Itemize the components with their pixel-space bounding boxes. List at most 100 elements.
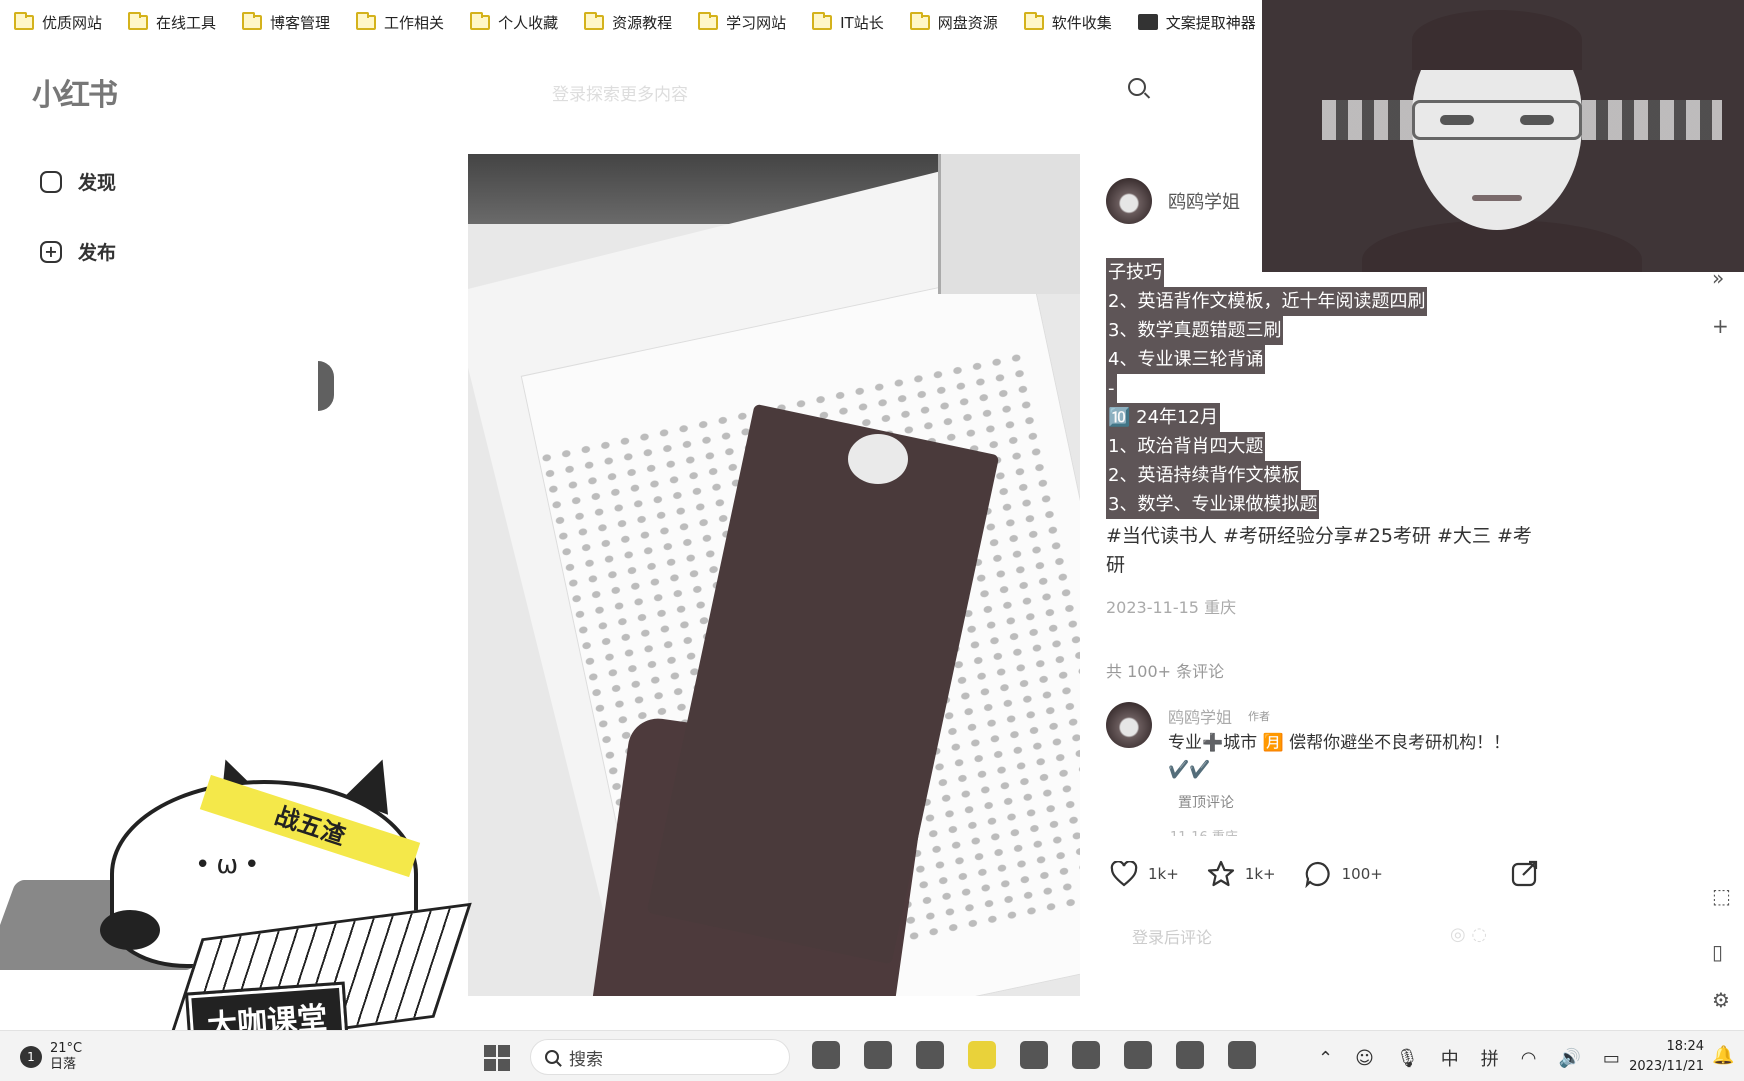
clock[interactable]: 18:24 2023/11/21 bbox=[1620, 1037, 1704, 1077]
search-input[interactable]: 登录探索更多内容 bbox=[552, 80, 688, 105]
bookmark-label: 资源教程 bbox=[612, 13, 673, 32]
clock-date: 2023/11/21 bbox=[1629, 1059, 1704, 1074]
author-name[interactable]: 鸥鸥学姐 bbox=[1168, 188, 1240, 214]
folder-icon bbox=[242, 11, 263, 30]
file-explorer-icon[interactable] bbox=[968, 1041, 996, 1069]
phone-link-icon[interactable] bbox=[1228, 1041, 1256, 1069]
comment-author[interactable]: 鸥鸥学姐 bbox=[1168, 704, 1232, 728]
wifi-icon[interactable]: ◠ bbox=[1521, 1048, 1537, 1069]
start-button[interactable] bbox=[484, 1045, 510, 1071]
comment-text: 专业➕城市 🈷️ 偿帮你避坐不良考研机构！！✔️✔️ bbox=[1168, 733, 1511, 780]
comment-input[interactable]: 登录后评论 bbox=[1132, 924, 1212, 948]
plus-icon[interactable]: + bbox=[1712, 314, 1729, 338]
taskbar: 1 21°C 日落 搜索 ⌃ ☺ 🎙 中 拼 ◠ 🔊 ▭ 18:24 2023/… bbox=[0, 1030, 1744, 1081]
comment-date: 11-16 重庆 bbox=[1170, 826, 1238, 836]
post-body: 子技巧 2、英语背作文模板，近十年阅读题四刷 3、数学真题错题三刷 4、专业课三… bbox=[1106, 258, 1428, 519]
bookmark-9[interactable]: 软件收集 bbox=[1023, 11, 1112, 33]
like-button[interactable]: 1k+ bbox=[1110, 861, 1179, 887]
volume-icon[interactable]: 🔊 bbox=[1558, 1048, 1580, 1069]
system-tray: ⌃ ☺ 🎙 中 拼 ◠ 🔊 ▭ bbox=[1318, 1045, 1642, 1071]
post-line: 2、英语持续背作文模板 bbox=[1106, 461, 1302, 490]
bookmark-label: 个人收藏 bbox=[498, 13, 559, 32]
bookmark-1[interactable]: 在线工具 bbox=[128, 11, 216, 33]
share-button[interactable] bbox=[1510, 858, 1540, 892]
bookmark-2[interactable]: 博客管理 bbox=[242, 11, 331, 33]
bookmark-label: 工作相关 bbox=[384, 13, 445, 32]
search-icon[interactable] bbox=[1128, 78, 1146, 96]
taskbar-search-label: 搜索 bbox=[569, 1049, 603, 1070]
post-line: 3、数学真题错题三刷 bbox=[1106, 316, 1284, 345]
pinned-label: 置顶评论 bbox=[1178, 795, 1234, 811]
post-line: 子技巧 bbox=[1106, 258, 1164, 287]
bookmark-5[interactable]: 资源教程 bbox=[584, 11, 673, 33]
ime-language[interactable]: 中 bbox=[1441, 1045, 1459, 1071]
sidebar-item-discover[interactable]: 发现 bbox=[40, 168, 116, 195]
weather-temp: 21°C bbox=[50, 1041, 83, 1056]
bookmark-7[interactable]: IT站长 bbox=[812, 11, 884, 33]
ime-mode[interactable]: 拼 bbox=[1481, 1045, 1499, 1071]
battery-icon[interactable]: ▭ bbox=[1603, 1048, 1620, 1069]
bookmark-label: 软件收集 bbox=[1051, 13, 1112, 32]
site-logo[interactable]: 小红书 bbox=[32, 70, 118, 114]
collect-button[interactable]: 1k+ bbox=[1207, 860, 1276, 888]
post-line: 2、英语背作文模板，近十年阅读题四刷 bbox=[1106, 287, 1428, 316]
comment-icon bbox=[1305, 861, 1330, 888]
folder-icon bbox=[1023, 11, 1044, 30]
notification-icon[interactable]: 🔔 bbox=[1712, 1045, 1734, 1066]
post-line: 🔟 24年12月 bbox=[1106, 403, 1220, 432]
webcam-overlay bbox=[1262, 0, 1744, 272]
bookmark-label: 优质网站 bbox=[42, 13, 103, 32]
bookmark-8[interactable]: 网盘资源 bbox=[909, 11, 998, 33]
app-icon[interactable] bbox=[864, 1041, 892, 1069]
folder-icon bbox=[584, 11, 605, 30]
bookmark-4[interactable]: 个人收藏 bbox=[470, 11, 559, 33]
notepad-icon[interactable] bbox=[1124, 1041, 1152, 1069]
weather-desc: 日落 bbox=[50, 1057, 77, 1072]
author-badge: 作者 bbox=[1248, 710, 1270, 723]
emoji-icon[interactable]: ◎ ◌ bbox=[1450, 924, 1487, 945]
tray-app-icon[interactable]: ☺ bbox=[1355, 1048, 1374, 1069]
taskbar-search[interactable]: 搜索 bbox=[530, 1039, 790, 1075]
app-icon[interactable] bbox=[1072, 1041, 1100, 1069]
post-line: - bbox=[1106, 374, 1117, 403]
weather-widget[interactable]: 1 21°C 日落 bbox=[20, 1041, 82, 1073]
folder-icon bbox=[698, 11, 719, 30]
comment-button[interactable]: 100+ bbox=[1304, 860, 1383, 888]
chevron-up-icon[interactable]: ⌃ bbox=[1318, 1048, 1333, 1069]
sidebar-item-label: 发现 bbox=[78, 172, 117, 194]
comment-count-action: 100+ bbox=[1341, 865, 1383, 883]
post-image[interactable] bbox=[468, 154, 1080, 996]
post-tags[interactable]: #当代读书人 #考研经验分享#25考研 #大三 #考研 bbox=[1106, 522, 1546, 580]
avatar[interactable] bbox=[1106, 702, 1152, 748]
post-author[interactable]: 鸥鸥学姐 bbox=[1106, 178, 1240, 224]
bookmark-0[interactable]: 优质网站 bbox=[14, 11, 103, 33]
folder-icon bbox=[470, 11, 491, 30]
clock-time: 18:24 bbox=[1666, 1039, 1704, 1054]
avatar[interactable] bbox=[1106, 178, 1152, 224]
bookmark-label: 博客管理 bbox=[270, 13, 331, 32]
bookmark-label: IT站长 bbox=[840, 13, 884, 32]
home-icon bbox=[40, 170, 62, 193]
edge-browser-icon[interactable] bbox=[812, 1041, 840, 1069]
folder-icon bbox=[909, 11, 930, 30]
folder-icon bbox=[14, 11, 34, 30]
microphone-icon[interactable]: 🎙 bbox=[1396, 1048, 1419, 1069]
settings-icon[interactable]: ⚙ bbox=[1712, 988, 1730, 1012]
bookmark-10[interactable]: 文案提取神器 bbox=[1137, 12, 1256, 33]
sidebar-icon[interactable]: ▯ bbox=[1712, 940, 1723, 964]
bookmark-3[interactable]: 工作相关 bbox=[356, 11, 445, 33]
folder-icon bbox=[356, 11, 377, 30]
sidebar-item-publish[interactable]: + 发布 bbox=[40, 238, 116, 265]
screenshot-icon[interactable]: ⬚ bbox=[1712, 884, 1731, 908]
heart-icon bbox=[1110, 861, 1138, 887]
taskbar-apps bbox=[812, 1041, 1280, 1069]
browser-icon[interactable] bbox=[1020, 1041, 1048, 1069]
teams-icon[interactable] bbox=[916, 1041, 944, 1069]
app-icon[interactable] bbox=[1176, 1041, 1204, 1069]
post-line: 4、专业课三轮背诵 bbox=[1106, 345, 1266, 374]
post-line: 3、数学、专业课做模拟题 bbox=[1106, 490, 1320, 519]
search-icon bbox=[545, 1050, 559, 1064]
post-line: 1、政治背肖四大题 bbox=[1106, 432, 1266, 461]
collapse-handle[interactable] bbox=[318, 361, 334, 411]
bookmark-6[interactable]: 学习网站 bbox=[698, 11, 786, 33]
